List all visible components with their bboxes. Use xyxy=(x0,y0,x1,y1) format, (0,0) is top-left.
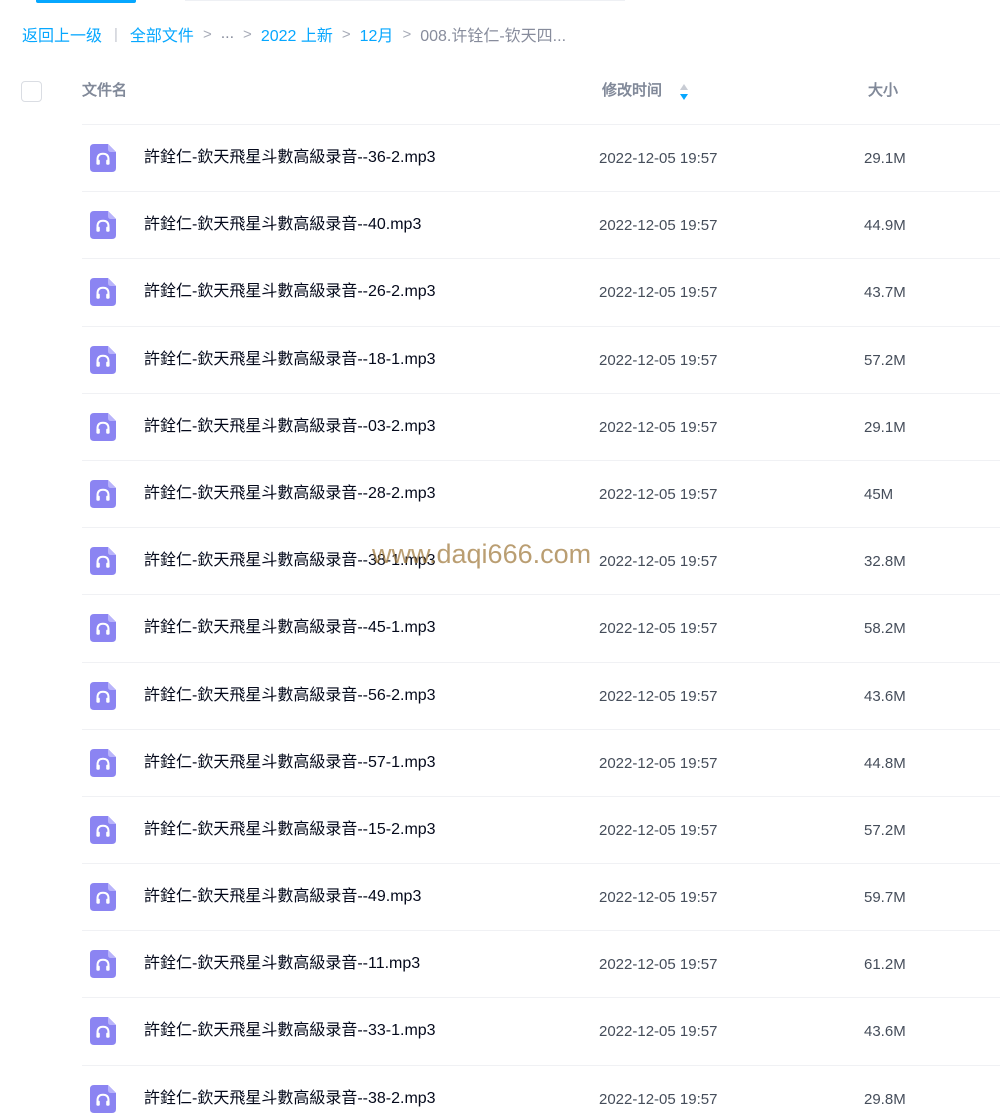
top-divider xyxy=(185,0,625,1)
file-modified-time: 2022-12-05 19:57 xyxy=(599,1023,718,1041)
breadcrumb-divider: | xyxy=(114,25,118,43)
column-header-name[interactable]: 文件名 xyxy=(82,81,127,101)
file-modified-time: 2022-12-05 19:57 xyxy=(599,754,718,772)
file-size: 61.2M xyxy=(864,956,906,974)
breadcrumb-folder-12[interactable]: 12月 xyxy=(360,22,394,46)
select-all-checkbox[interactable] xyxy=(21,81,42,102)
file-size: 57.2M xyxy=(864,351,906,369)
file-name[interactable]: 許銓仁-欽天飛星斗數高級录音--26-2.mp3 xyxy=(144,282,436,302)
audio-file-icon xyxy=(90,547,116,576)
table-row[interactable]: 許銓仁-欽天飛星斗數高級录音--40.mp3 2022-12-05 19:57 44… xyxy=(0,192,1000,260)
file-size: 44.8M xyxy=(864,754,906,772)
audio-file-icon xyxy=(90,950,116,979)
chevron-right-icon: > xyxy=(243,25,252,43)
audio-file-icon xyxy=(90,278,116,307)
file-size: 44.9M xyxy=(864,217,906,235)
file-size: 45M xyxy=(864,485,894,503)
audio-file-icon xyxy=(90,1084,116,1113)
table-row[interactable]: 許銓仁-欽天飛星斗數高級录音--28-2.mp3 2022-12-05 19:57… xyxy=(0,461,1000,529)
audio-file-icon xyxy=(90,614,116,643)
audio-file-icon xyxy=(90,412,116,441)
file-size: 43.6M xyxy=(864,687,906,705)
table-row[interactable]: 許銓仁-欽天飛星斗數高級录音--18-1.mp3 2022-12-05 19:57… xyxy=(0,327,1000,394)
file-modified-time: 2022-12-05 19:57 xyxy=(599,821,718,839)
sort-icon[interactable] xyxy=(679,83,689,101)
file-modified-time: 2022-12-05 19:57 xyxy=(599,351,718,369)
chevron-right-icon: > xyxy=(202,25,212,43)
file-name[interactable]: 許銓仁-欽天飛星斗數高級录音--18-1.mp3 xyxy=(144,350,436,370)
file-modified-time: 2022-12-05 19:57 xyxy=(599,284,718,302)
table-row[interactable]: 許銓仁-欽天飛星斗數高級录音--49.mp3 2022-12-05 19:57 59… xyxy=(0,864,1000,932)
audio-file-icon xyxy=(90,345,116,374)
file-name[interactable]: 許銓仁-欽天飛星斗數高級录音--28-2.mp3 xyxy=(144,484,436,504)
file-modified-time: 2022-12-05 19:57 xyxy=(599,418,718,436)
file-name[interactable]: 許銓仁-欽天飛星斗數高級录音--15-2.mp3 xyxy=(144,820,436,840)
file-name[interactable]: 許銓仁-欽天飛星斗數高級录音--38-1.mp3 xyxy=(144,551,436,571)
file-name[interactable]: 許銓仁-欽天飛星斗數高級录音--45-1.mp3 xyxy=(144,618,436,638)
breadcrumb-folder-2022[interactable]: 2022 上新 xyxy=(261,22,333,46)
chevron-right-icon: > xyxy=(402,25,412,43)
file-name[interactable]: 許銓仁-欽天飛星斗數高級录音--38-2.mp3 xyxy=(144,1089,436,1109)
audio-file-icon xyxy=(90,479,116,508)
file-name[interactable]: 許銓仁-欽天飛星斗數高級录音--40.mp3 xyxy=(144,215,421,235)
table-row[interactable]: 許銓仁-欽天飛星斗數高級录音--26-2.mp3 2022-12-05 19:57… xyxy=(0,259,1000,327)
file-modified-time: 2022-12-05 19:57 xyxy=(599,687,718,705)
breadcrumb-current: 008.许铨仁-钦天四... xyxy=(420,28,567,45)
file-size: 57.2M xyxy=(864,821,906,839)
breadcrumb-ellipsis[interactable]: ... xyxy=(221,25,234,43)
file-name[interactable]: 許銓仁-欽天飛星斗數高級录音--57-1.mp3 xyxy=(144,753,436,773)
table-row[interactable]: 許銓仁-欽天飛星斗數高級录音--56-2.mp3 2022-12-05 19:57… xyxy=(0,663,1000,730)
file-name[interactable]: 許銓仁-欽天飛星斗數高級录音--56-2.mp3 xyxy=(144,686,436,706)
audio-file-icon xyxy=(90,815,116,844)
file-modified-time: 2022-12-05 19:57 xyxy=(599,889,718,907)
table-row[interactable]: 許銓仁-欽天飛星斗數高級录音--33-1.mp3 2022-12-05 19:57… xyxy=(0,998,1000,1066)
file-modified-time: 2022-12-05 19:57 xyxy=(599,150,718,167)
table-row[interactable]: 許銓仁-欽天飛星斗數高級录音--15-2.mp3 2022-12-05 19:57… xyxy=(0,797,1000,865)
file-size: 43.7M xyxy=(864,284,906,302)
file-name[interactable]: 許銓仁-欽天飛星斗數高級录音--03-2.mp3 xyxy=(144,417,436,437)
column-header-modified[interactable]: 修改时间 xyxy=(602,81,662,101)
table-row[interactable]: 許銓仁-欽天飛星斗數高級录音--57-1.mp3 2022-12-05 19:57… xyxy=(0,730,1000,798)
back-link[interactable]: 返回上一级 xyxy=(22,22,102,46)
audio-file-icon xyxy=(90,883,116,912)
file-browser: 返回上一级 | 全部文件 > ... > 2022 上新 > 12月 > 008… xyxy=(0,0,1000,1113)
file-name[interactable]: 許銓仁-欽天飛星斗數高級录音--36-2.mp3 xyxy=(144,148,436,168)
file-modified-time: 2022-12-05 19:57 xyxy=(599,956,718,974)
audio-file-icon xyxy=(90,1017,116,1046)
file-name[interactable]: 許銓仁-欽天飛星斗數高級录音--49.mp3 xyxy=(144,887,421,907)
file-size: 59.7M xyxy=(864,889,906,907)
file-size: 58.2M xyxy=(864,620,906,638)
file-size: 29.1M xyxy=(864,418,906,436)
breadcrumb: 返回上一级 | 全部文件 > ... > 2022 上新 > 12月 > 008… xyxy=(22,22,566,46)
audio-file-icon xyxy=(90,748,116,777)
file-size: 43.6M xyxy=(864,1023,906,1041)
file-size: 32.8M xyxy=(864,553,906,571)
table-row[interactable]: 許銓仁-欽天飛星斗數高級录音--38-1.mp3 2022-12-05 19:57… xyxy=(0,528,1000,596)
table-row[interactable]: 許銓仁-欽天飛星斗數高級录音--36-2.mp3 2022-12-05 19:57… xyxy=(0,125,1000,193)
column-header-size[interactable]: 大小 xyxy=(868,81,898,101)
file-modified-time: 2022-12-05 19:57 xyxy=(599,620,718,638)
file-modified-time: 2022-12-05 19:57 xyxy=(599,1090,718,1108)
file-modified-time: 2022-12-05 19:57 xyxy=(599,485,718,503)
active-tab-indicator xyxy=(36,0,136,3)
chevron-right-icon: > xyxy=(341,25,351,43)
file-size: 29.8M xyxy=(864,1090,906,1108)
audio-file-icon xyxy=(90,144,116,172)
table-row[interactable]: 許銓仁-欽天飛星斗數高級录音--45-1.mp3 2022-12-05 19:57… xyxy=(0,595,1000,663)
file-modified-time: 2022-12-05 19:57 xyxy=(599,553,718,571)
audio-file-icon xyxy=(90,211,116,240)
table-row[interactable]: 許銓仁-欽天飛星斗數高級录音--11.mp3 2022-12-05 19:57 61… xyxy=(0,931,1000,999)
file-size: 29.1M xyxy=(864,150,906,167)
file-list: 許銓仁-欽天飛星斗數高級录音--36-2.mp3 2022-12-05 19:57… xyxy=(0,125,1000,1113)
table-row[interactable]: 許銓仁-欽天飛星斗數高級录音--03-2.mp3 2022-12-05 19:57… xyxy=(0,394,1000,462)
file-name[interactable]: 許銓仁-欽天飛星斗數高級录音--33-1.mp3 xyxy=(144,1021,436,1041)
audio-file-icon xyxy=(90,681,116,710)
table-header: 文件名 修改时间 大小 xyxy=(0,66,1000,118)
file-modified-time: 2022-12-05 19:57 xyxy=(599,217,718,235)
breadcrumb-all-files[interactable]: 全部文件 xyxy=(130,22,194,46)
table-row[interactable]: 許銓仁-欽天飛星斗數高級录音--38-2.mp3 2022-12-05 19:57… xyxy=(0,1066,1000,1113)
file-name[interactable]: 許銓仁-欽天飛星斗數高級录音--11.mp3 xyxy=(144,954,420,974)
